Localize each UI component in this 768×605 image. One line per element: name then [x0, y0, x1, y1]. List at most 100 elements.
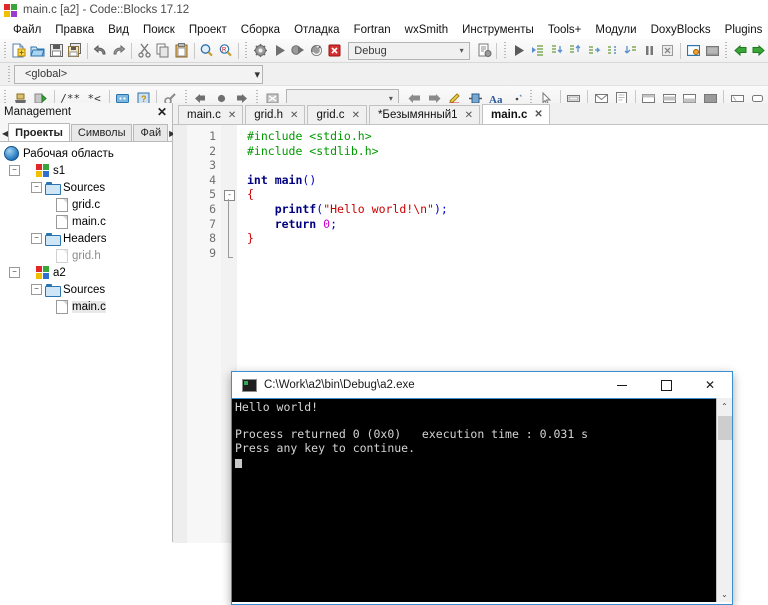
menu-view[interactable]: Вид — [101, 24, 136, 36]
collapse-toggle-icon[interactable]: − — [9, 165, 20, 176]
scope-combo[interactable]: <global> ▾ — [14, 64, 263, 84]
editor-tab-main-c-active[interactable]: main.c ✕ — [481, 104, 550, 124]
window-title: main.c [a2] - Code::Blocks 17.12 — [23, 4, 190, 16]
title-bar: main.c [a2] - Code::Blocks 17.12 — [0, 0, 768, 20]
undo-icon[interactable] — [92, 41, 109, 61]
menu-tools[interactable]: Инструменты — [455, 24, 541, 36]
tree-file[interactable]: grid.c — [4, 196, 172, 213]
build-and-run-icon[interactable] — [289, 41, 306, 61]
debug-run-icon[interactable] — [511, 41, 528, 61]
find-icon[interactable] — [199, 41, 216, 61]
various-info-icon[interactable] — [704, 41, 721, 61]
tree-file-selected[interactable]: main.c — [4, 298, 172, 315]
close-icon[interactable]: ✕ — [290, 110, 298, 121]
new-file-icon[interactable] — [11, 41, 28, 61]
debugging-windows-icon[interactable] — [685, 41, 702, 61]
close-icon[interactable]: ✕ — [228, 110, 236, 121]
cut-icon[interactable] — [136, 41, 153, 61]
build-target-combo[interactable]: Debug ▾ — [348, 41, 470, 60]
debug-continue-icon[interactable] — [529, 41, 546, 61]
scroll-down-icon[interactable]: ⌄ — [717, 586, 732, 602]
stop-debugger-icon[interactable] — [660, 41, 677, 61]
build-options-icon[interactable] — [476, 41, 493, 61]
abort-icon[interactable] — [327, 41, 344, 61]
menu-project[interactable]: Проект — [182, 24, 234, 36]
fold-row[interactable]: - — [221, 187, 237, 258]
console-output-area[interactable]: Hello world! Process returned 0 (0x0) ex… — [232, 398, 732, 602]
redo-icon[interactable] — [110, 41, 127, 61]
menu-build[interactable]: Сборка — [234, 24, 287, 36]
next-line-icon[interactable] — [585, 41, 602, 61]
collapse-toggle-icon[interactable]: − — [31, 233, 42, 244]
save-icon[interactable] — [48, 41, 65, 61]
menu-doxyblocks[interactable]: DoxyBlocks — [644, 24, 718, 36]
step-into-icon[interactable] — [548, 41, 565, 61]
menu-edit[interactable]: Правка — [48, 24, 101, 36]
tab-symbols[interactable]: Символы — [70, 124, 133, 141]
forward-icon[interactable] — [751, 41, 768, 61]
line-number: 7 — [209, 216, 216, 231]
collapse-toggle-icon[interactable]: − — [9, 267, 20, 278]
console-scrollbar[interactable]: ⌃ ⌄ — [716, 398, 732, 602]
folder-icon — [45, 284, 61, 297]
save-all-icon[interactable] — [66, 41, 83, 61]
collapse-toggle-icon[interactable]: − — [31, 182, 42, 193]
collapse-toggle-icon[interactable]: − — [31, 284, 42, 295]
run-icon[interactable] — [271, 41, 288, 61]
toolbar-grip[interactable] — [5, 65, 12, 83]
menu-debug[interactable]: Отладка — [287, 24, 346, 36]
close-icon[interactable]: ✕ — [352, 110, 360, 121]
close-icon[interactable]: ✕ — [534, 109, 542, 120]
step-out-icon[interactable] — [567, 41, 584, 61]
menu-wxsmith[interactable]: wxSmith — [398, 24, 455, 36]
editor-tab-grid-h[interactable]: grid.h ✕ — [245, 105, 306, 124]
menu-toolsplus[interactable]: Tools+ — [541, 24, 589, 36]
scroll-up-icon[interactable]: ⌃ — [717, 398, 732, 414]
open-file-icon[interactable] — [29, 41, 46, 61]
scrollbar-thumb[interactable] — [718, 416, 732, 440]
tab-projects[interactable]: Проекты — [8, 123, 70, 141]
close-icon[interactable]: ✕ — [157, 105, 167, 119]
toolbar-grip[interactable] — [243, 42, 250, 59]
menu-search[interactable]: Поиск — [136, 24, 182, 36]
toolbar-grip[interactable] — [2, 42, 8, 59]
editor-tab-untitled[interactable]: *Безымянный1 ✕ — [368, 105, 480, 124]
tree-project-a2[interactable]: − a2 — [4, 264, 172, 281]
editor-tab-main-c-1[interactable]: main.c ✕ — [178, 105, 244, 124]
tab-files[interactable]: Фай — [133, 124, 169, 141]
menu-plugins[interactable]: Plugins — [718, 24, 768, 36]
close-button[interactable]: ✕ — [688, 372, 732, 398]
maximize-button[interactable] — [644, 372, 688, 398]
minimize-button[interactable] — [600, 372, 644, 398]
tree-project-s1[interactable]: − s1 — [4, 162, 172, 179]
console-output: Hello world! Process returned 0 (0x0) ex… — [235, 400, 589, 455]
copy-icon[interactable] — [155, 41, 172, 61]
tree-file[interactable]: grid.h — [4, 247, 172, 264]
step-instruction-icon[interactable] — [622, 41, 639, 61]
back-icon[interactable] — [732, 41, 749, 61]
tree-group-sources[interactable]: − Sources — [4, 281, 172, 298]
next-instruction-icon[interactable] — [604, 41, 621, 61]
paste-icon[interactable] — [173, 41, 190, 61]
project-icon — [36, 164, 49, 177]
menu-file[interactable]: Файл — [6, 24, 48, 36]
rebuild-icon[interactable] — [308, 41, 325, 61]
toolbar-grip[interactable] — [502, 42, 508, 59]
workspace-icon — [4, 146, 19, 161]
break-debugger-icon[interactable] — [641, 41, 658, 61]
tree-group-headers[interactable]: − Headers — [4, 230, 172, 247]
replace-icon[interactable]: R — [217, 41, 234, 61]
menu-modules[interactable]: Модули — [588, 24, 643, 36]
close-icon[interactable]: ✕ — [465, 110, 473, 121]
tree-file[interactable]: main.c — [4, 213, 172, 230]
editor-tab-grid-c[interactable]: grid.c ✕ — [307, 105, 367, 124]
tree-group-sources[interactable]: − Sources — [4, 179, 172, 196]
console-window[interactable]: C:\Work\a2\bin\Debug\a2.exe ✕ Hello worl… — [231, 371, 733, 605]
menu-fortran[interactable]: Fortran — [347, 24, 398, 36]
fold-toggle-icon[interactable]: - — [224, 190, 235, 201]
tree-workspace[interactable]: Рабочая область — [4, 145, 172, 162]
build-icon[interactable] — [252, 41, 269, 61]
toolbar-grip[interactable] — [723, 42, 729, 59]
editor-marker-margin[interactable] — [173, 125, 188, 543]
tab-label: main.c — [490, 108, 528, 121]
